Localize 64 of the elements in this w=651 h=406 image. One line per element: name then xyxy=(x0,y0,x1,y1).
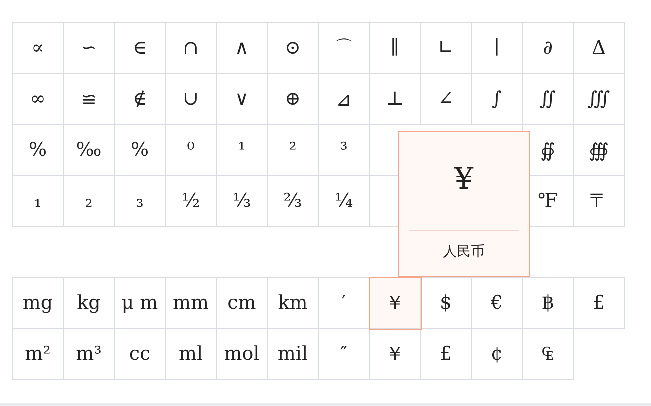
symbol-key[interactable]: $ xyxy=(421,278,472,329)
symbol-key[interactable]: ∫ xyxy=(472,74,523,125)
symbol-key[interactable]: μ m xyxy=(115,278,166,329)
symbol-key[interactable]: ∨ xyxy=(217,74,268,125)
symbol-key[interactable]: ฿ xyxy=(523,278,574,329)
symbol-key[interactable]: mm xyxy=(166,278,217,329)
symbol-key[interactable]: ⌒ xyxy=(319,23,370,74)
symbol-key[interactable]: ¢ xyxy=(472,329,523,380)
symbol-name: 人民币 xyxy=(409,230,519,261)
symbol-key[interactable]: ⁰ xyxy=(166,125,217,176)
symbol-key[interactable]: ₃ xyxy=(115,176,166,227)
symbol-key[interactable]: ∂ xyxy=(523,23,574,74)
symbol-key[interactable]: kg xyxy=(64,278,115,329)
preview-symbol: ¥ xyxy=(454,162,474,199)
symbol-key[interactable]: ″ xyxy=(319,329,370,380)
symbol-key[interactable]: ₁ xyxy=(13,176,64,227)
symbol-key[interactable]: % xyxy=(13,125,64,176)
symbol-key[interactable]: mg xyxy=(13,278,64,329)
symbol-key[interactable]: ⅔ xyxy=(268,176,319,227)
symbol-key[interactable]: ≌ xyxy=(64,74,115,125)
symbol-key[interactable]: ‰ xyxy=(64,125,115,176)
symbol-key[interactable]: ∠ xyxy=(421,74,472,125)
symbol-key[interactable]: mil xyxy=(268,329,319,380)
symbol-key[interactable]: mol xyxy=(217,329,268,380)
symbol-key[interactable]: 〒 xyxy=(574,176,625,227)
symbol-key[interactable]: ⊿ xyxy=(319,74,370,125)
symbol-key[interactable]: ∞ xyxy=(13,74,64,125)
symbol-key[interactable]: ³ xyxy=(319,125,370,176)
symbol-key[interactable]: ⊥ xyxy=(370,74,421,125)
symbol-key[interactable]: ∝ xyxy=(13,23,64,74)
symbol-key[interactable]: € xyxy=(472,278,523,329)
symbol-key[interactable]: ∬ xyxy=(523,74,574,125)
symbol-key[interactable]: ₂ xyxy=(64,176,115,227)
symbol-key[interactable]: ∪ xyxy=(166,74,217,125)
symbol-key[interactable]: £ xyxy=(421,329,472,380)
symbol-key[interactable]: ∥ xyxy=(370,23,421,74)
symbol-key[interactable]: ∰ xyxy=(574,125,625,176)
symbol-key[interactable]: m³ xyxy=(64,329,115,380)
symbol-key[interactable]: ¹ xyxy=(217,125,268,176)
symbol-key[interactable]: cm xyxy=(217,278,268,329)
symbol-key[interactable]: ∭ xyxy=(574,74,625,125)
symbol-key[interactable]: ₠ xyxy=(523,329,574,380)
symbol-key[interactable]: ⊙ xyxy=(268,23,319,74)
symbol-key[interactable]: ⊕ xyxy=(268,74,319,125)
symbol-key[interactable]: ⅓ xyxy=(217,176,268,227)
symbol-key[interactable]: ′ xyxy=(319,278,370,329)
symbol-key[interactable]: ∟ xyxy=(421,23,472,74)
symbol-key[interactable]: ² xyxy=(268,125,319,176)
symbol-key[interactable]: Δ xyxy=(574,23,625,74)
symbol-key[interactable]: ∽ xyxy=(64,23,115,74)
symbol-key[interactable]: ∉ xyxy=(115,74,166,125)
symbol-key[interactable]: ½ xyxy=(166,176,217,227)
symbol-key[interactable]: ml xyxy=(166,329,217,380)
symbol-key[interactable]: £ xyxy=(574,278,625,329)
symbol-key[interactable]: ¼ xyxy=(319,176,370,227)
symbol-key[interactable]: ∩ xyxy=(166,23,217,74)
symbol-key[interactable]: cc xyxy=(115,329,166,380)
symbol-key[interactable]: ∈ xyxy=(115,23,166,74)
symbol-key[interactable]: ￥ xyxy=(370,329,421,380)
symbol-key[interactable]: ∣ xyxy=(472,23,523,74)
symbol-key[interactable]: % xyxy=(115,125,166,176)
symbol-key[interactable]: m² xyxy=(13,329,64,380)
symbol-key[interactable]: ∧ xyxy=(217,23,268,74)
symbol-key[interactable]: km xyxy=(268,278,319,329)
